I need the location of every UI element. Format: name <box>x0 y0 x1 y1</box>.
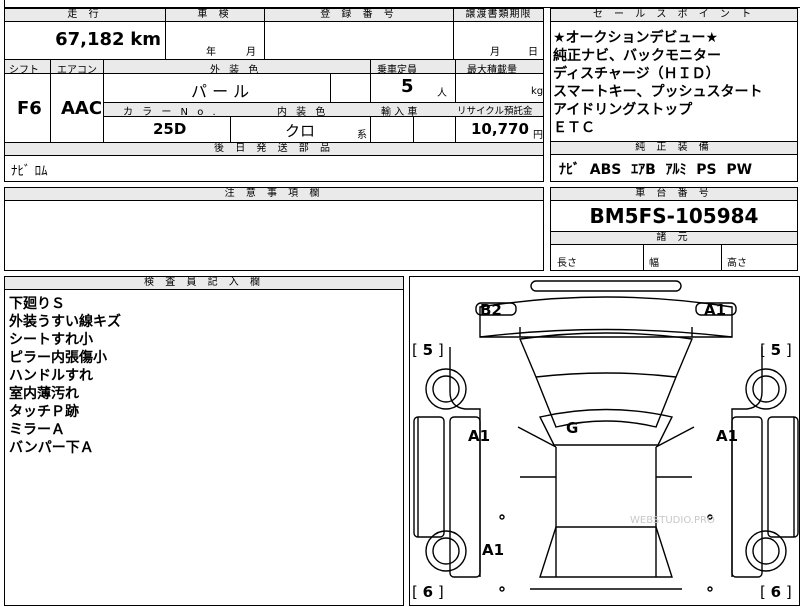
dimensions-block: 諸 元 長さ 幅 高さ <box>550 231 798 271</box>
inspector-line: ピラー内張傷小 <box>9 350 107 366</box>
tire-depth-rear-right: [ 6 ] <box>760 583 792 601</box>
inspector-label: 検 査 員 記 入 欄 <box>5 277 403 290</box>
capacity-unit: 人 <box>437 88 447 99</box>
sales-point-item: アイドリングストップ <box>553 102 693 118</box>
shift-value: F6 <box>17 98 42 119</box>
shaken-year-unit: 年 <box>206 47 216 58</box>
chassis-label: 車 台 番 号 <box>551 188 797 201</box>
top-strip <box>4 0 800 8</box>
shift-label: シフト <box>9 65 39 76</box>
height-label: 高さ <box>727 258 747 269</box>
import-label: 輸 入 車 <box>381 107 418 118</box>
sales-point-item: 純正ナビ、バックモニター <box>553 48 721 64</box>
mileage-unit: km <box>130 29 161 50</box>
later-parts-label: 後 日 発 送 部 品 <box>5 143 543 156</box>
ac-label: エアコン <box>57 65 97 76</box>
shaken-month-unit: 月 <box>246 47 256 58</box>
tire-depth-front-right: [ 5 ] <box>760 341 792 359</box>
sales-point-item: スマートキー、プッシュスタート <box>553 84 763 100</box>
inspector-line: バンパー下Ａ <box>9 440 94 456</box>
ext-color-label: 外 装 色 <box>210 65 262 76</box>
dimensions-label: 諸 元 <box>551 232 797 245</box>
recycle-unit: 円 <box>533 130 543 141</box>
inspector-line: 室内薄汚れ <box>9 386 79 402</box>
inspector-list: 下廻りＳ 外装うすい線キズ シートすれ小 ピラー内張傷小 ハンドルすれ 室内薄汚… <box>9 295 121 457</box>
recycle-value: 10,770 <box>471 120 529 138</box>
interior-label: 内 装 色 <box>277 107 329 118</box>
recycle-label: リサイクル預託金 <box>457 106 533 117</box>
shaken-block: 車 検 年 月 <box>165 8 265 60</box>
color-no-label: カ ラ ー N o . <box>123 107 219 118</box>
factory-equipment-label: 純 正 装 備 <box>551 142 797 155</box>
transfer-block: 譲渡書類期限 月 日 <box>453 8 544 60</box>
inspector-line: ハンドルすれ <box>9 368 93 384</box>
inspector-line: タッチＰ跡 <box>9 404 79 420</box>
mileage-label: 走 行 <box>5 9 165 22</box>
damage-mark: A1 <box>704 301 727 319</box>
notes-block: 注 意 事 項 欄 <box>4 187 544 271</box>
sales-point-list: ★オークションデビュー★ 純正ナビ、バックモニター ディスチャージ（ＨＩＤ） ス… <box>553 29 762 137</box>
transfer-label: 譲渡書類期限 <box>454 9 543 22</box>
shaken-label: 車 検 <box>166 9 264 22</box>
chassis-number: BM5FS-105984 <box>589 204 759 228</box>
load-unit: kg <box>531 86 544 97</box>
capacity-value: 5 <box>401 76 414 97</box>
sales-point-block: セ ー ル ス ポ イ ン ト ★オークションデビュー★ 純正ナビ、バックモニタ… <box>550 8 798 142</box>
inspector-line: 下廻りＳ <box>9 296 65 312</box>
inspector-block: 検 査 員 記 入 欄 下廻りＳ 外装うすい線キズ シートすれ小 ピラー内張傷小… <box>4 276 404 606</box>
tire-depth-rear-left: [ 6 ] <box>412 583 444 601</box>
mileage-value-row: 67,182 km <box>55 29 161 50</box>
sales-point-label: セ ー ル ス ポ イ ン ト <box>551 9 797 22</box>
interior-value: クロ <box>285 122 316 140</box>
registration-block: 登 録 番 号 <box>264 8 454 60</box>
sales-point-item: ＥＴＣ <box>553 120 595 136</box>
damage-mark: B2 <box>480 301 502 319</box>
registration-label: 登 録 番 号 <box>265 9 453 22</box>
damage-mark: A1 <box>482 541 505 559</box>
inspector-line: 外装うすい線キズ <box>9 314 121 330</box>
ext-color-value: パ ー ル <box>191 82 250 101</box>
capacity-label: 乗車定員 <box>377 65 417 76</box>
damage-mark: G <box>566 419 579 437</box>
mileage-value: 67,182 <box>55 29 125 50</box>
chassis-block: 車 台 番 号 BM5FS-105984 <box>550 187 798 232</box>
damage-mark: A1 <box>468 427 491 445</box>
mileage-block: 走 行 67,182 km <box>4 8 166 60</box>
tire-depth-value: 5 <box>422 341 434 359</box>
sales-point-item: ディスチャージ（ＨＩＤ） <box>553 66 720 82</box>
max-load-label: 最大積載量 <box>467 65 517 76</box>
factory-equipment-value: ﾅﾋﾞ ABS ｴｱB ｱﾙﾐ PS PW <box>559 162 753 178</box>
width-label: 幅 <box>649 258 659 269</box>
transfer-month-unit: 月 <box>490 47 500 58</box>
watermark: WEBSTUDIO.PRO <box>630 515 715 526</box>
interior-suffix: 系 <box>357 130 367 141</box>
sales-point-item: ★オークションデビュー★ <box>553 30 719 46</box>
later-parts-block: 後 日 発 送 部 品 ﾅﾋﾞ ﾛﾑ <box>4 142 544 182</box>
color-no-value: 25D <box>153 120 187 138</box>
inspector-line: ミラーＡ <box>9 422 65 438</box>
factory-equipment-block: 純 正 装 備 ﾅﾋﾞ ABS ｴｱB ｱﾙﾐ PS PW <box>550 141 798 182</box>
car-diagram: B2 A1 A1 G A1 A1 [ 5 ] [ 5 ] [ 6 ] [ 6 ]… <box>409 276 800 606</box>
damage-mark: A1 <box>716 427 739 445</box>
notes-label: 注 意 事 項 欄 <box>5 188 543 201</box>
later-parts-value: ﾅﾋﾞ ﾛﾑ <box>11 164 48 179</box>
transfer-day-unit: 日 <box>528 47 538 58</box>
tire-depth-front-left: [ 5 ] <box>412 341 444 359</box>
ac-value: AAC <box>61 98 103 119</box>
spec-block: シフト エアコン 外 装 色 乗車定員 最大積載量 F6 AAC パ ー ル 5… <box>4 59 544 143</box>
tire-depth-value: 5 <box>770 341 782 359</box>
length-label: 長さ <box>557 258 577 269</box>
inspector-line: シートすれ小 <box>9 332 93 348</box>
tire-depth-value: 6 <box>422 583 434 601</box>
tire-depth-value: 6 <box>770 583 782 601</box>
